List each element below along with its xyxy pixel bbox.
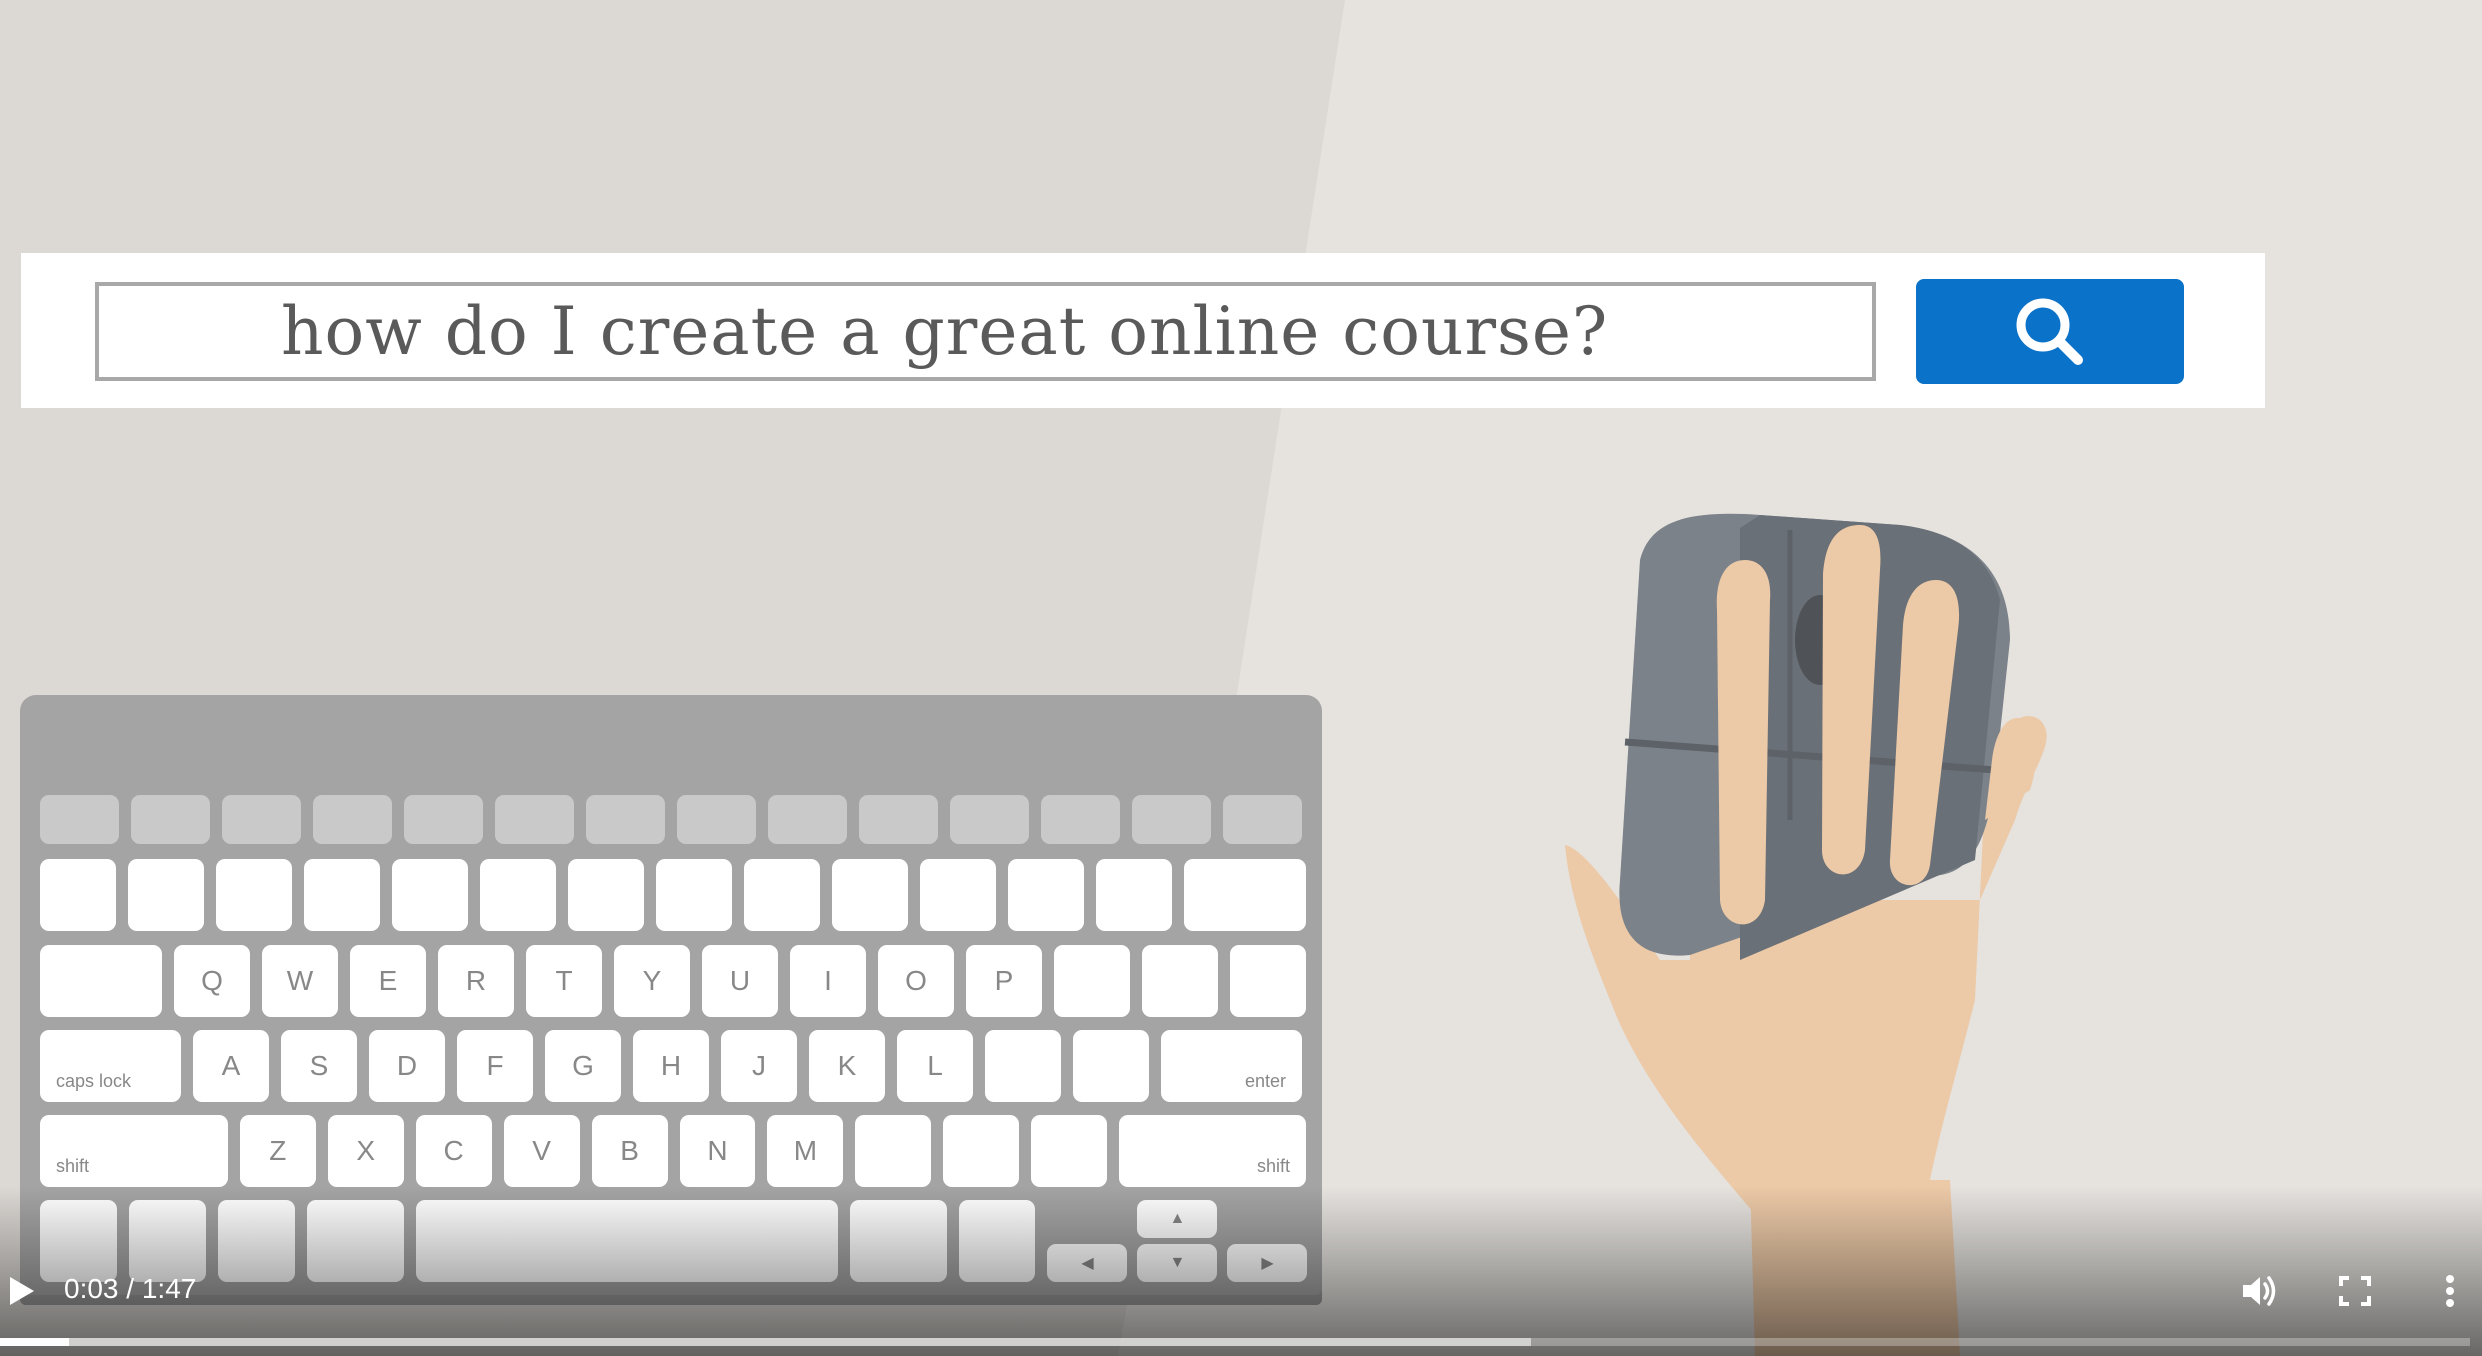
keyboard-qwerty-row: Q W E R T Y U I O P — [40, 945, 1306, 1017]
key-j: J — [721, 1030, 797, 1102]
keyboard-number-row — [40, 859, 1306, 931]
keyboard-shift-row: shift Z X C V B N M shift — [40, 1115, 1307, 1187]
volume-icon — [2243, 1276, 2276, 1306]
enter-label: enter — [1244, 1071, 1286, 1091]
key-g: G — [545, 1030, 621, 1102]
key-z: Z — [239, 1115, 316, 1187]
key-shift-right: shift — [1119, 1115, 1307, 1187]
key-i: I — [790, 945, 866, 1017]
key-t: T — [526, 945, 602, 1017]
key — [480, 859, 556, 931]
key-x: X — [327, 1115, 404, 1187]
key-a: A — [193, 1030, 269, 1102]
search-icon — [2016, 298, 2083, 365]
key — [1142, 945, 1218, 1017]
key-p: P — [966, 945, 1042, 1017]
fullscreen-icon — [2339, 1276, 2371, 1306]
progress-bar[interactable] — [0, 1338, 2470, 1346]
key — [1132, 795, 1211, 844]
key — [222, 795, 301, 844]
key-r: R — [438, 945, 514, 1017]
key-v: V — [503, 1115, 580, 1187]
key — [744, 859, 820, 931]
key — [40, 795, 119, 844]
video-frame: how do I create a great online course? Q… — [0, 0, 2482, 1356]
progress-played — [0, 1338, 70, 1346]
volume-button[interactable] — [2240, 1272, 2280, 1310]
key — [131, 795, 210, 844]
key — [985, 1030, 1061, 1102]
current-time: 0:03 — [64, 1273, 119, 1304]
keyboard-function-row — [40, 795, 1306, 844]
search-query-text: how do I create a great online course? — [281, 293, 1609, 370]
key-f: F — [457, 1030, 533, 1102]
key — [392, 859, 468, 931]
key-caps-lock: caps lock — [40, 1030, 181, 1102]
keyboard-home-row: caps lock A S D F G H J K L enter — [40, 1030, 1306, 1102]
search-button[interactable] — [1916, 279, 2184, 384]
duration: 1:47 — [141, 1273, 197, 1304]
key — [313, 795, 392, 844]
key — [404, 795, 483, 844]
key-k: K — [809, 1030, 885, 1102]
key-w: W — [262, 945, 338, 1017]
key — [855, 1115, 932, 1187]
key-s: S — [281, 1030, 357, 1102]
time-separator: / — [126, 1273, 135, 1304]
key-shift-left: shift — [40, 1115, 228, 1187]
key-l: L — [897, 1030, 973, 1102]
more-options-button[interactable] — [2440, 1272, 2460, 1310]
caps-lock-label: caps lock — [56, 1071, 132, 1091]
key — [568, 859, 644, 931]
key — [495, 795, 574, 844]
key — [1230, 945, 1306, 1017]
key-c: C — [415, 1115, 492, 1187]
key — [1184, 859, 1306, 931]
search-bar: how do I create a great online course? — [21, 253, 2265, 408]
key-q: Q — [174, 945, 250, 1017]
play-icon — [10, 1277, 34, 1305]
key-e: E — [350, 945, 426, 1017]
key — [128, 859, 204, 931]
key — [656, 859, 732, 931]
key — [943, 1115, 1020, 1187]
key — [40, 859, 116, 931]
progress-buffered — [0, 1338, 1532, 1346]
key-m: M — [767, 1115, 844, 1187]
play-button[interactable] — [6, 1274, 38, 1308]
key — [216, 859, 292, 931]
key-u: U — [702, 945, 778, 1017]
key — [920, 859, 996, 931]
controls-gradient — [0, 1186, 2482, 1356]
more-options-icon — [2446, 1275, 2454, 1307]
key — [1031, 1115, 1108, 1187]
key — [832, 859, 908, 931]
key — [1054, 945, 1130, 1017]
key — [1223, 795, 1302, 844]
key — [1073, 1030, 1149, 1102]
key — [1041, 795, 1120, 844]
key — [304, 859, 380, 931]
key — [586, 795, 665, 844]
key — [1096, 859, 1172, 931]
shift-right-label: shift — [1257, 1156, 1291, 1176]
key-d: D — [369, 1030, 445, 1102]
key — [768, 795, 847, 844]
key — [859, 795, 938, 844]
key-tab — [40, 945, 162, 1017]
time-display: 0:03 / 1:47 — [64, 1273, 196, 1305]
key — [1008, 859, 1084, 931]
key — [950, 795, 1029, 844]
key-h: H — [633, 1030, 709, 1102]
shift-left-label: shift — [56, 1156, 90, 1176]
fullscreen-button[interactable] — [2337, 1274, 2373, 1308]
key-o: O — [878, 945, 954, 1017]
key-n: N — [679, 1115, 756, 1187]
key — [677, 795, 756, 844]
key-y: Y — [614, 945, 690, 1017]
search-input[interactable]: how do I create a great online course? — [95, 282, 1876, 381]
key-b: B — [591, 1115, 668, 1187]
key-enter: enter — [1161, 1030, 1302, 1102]
